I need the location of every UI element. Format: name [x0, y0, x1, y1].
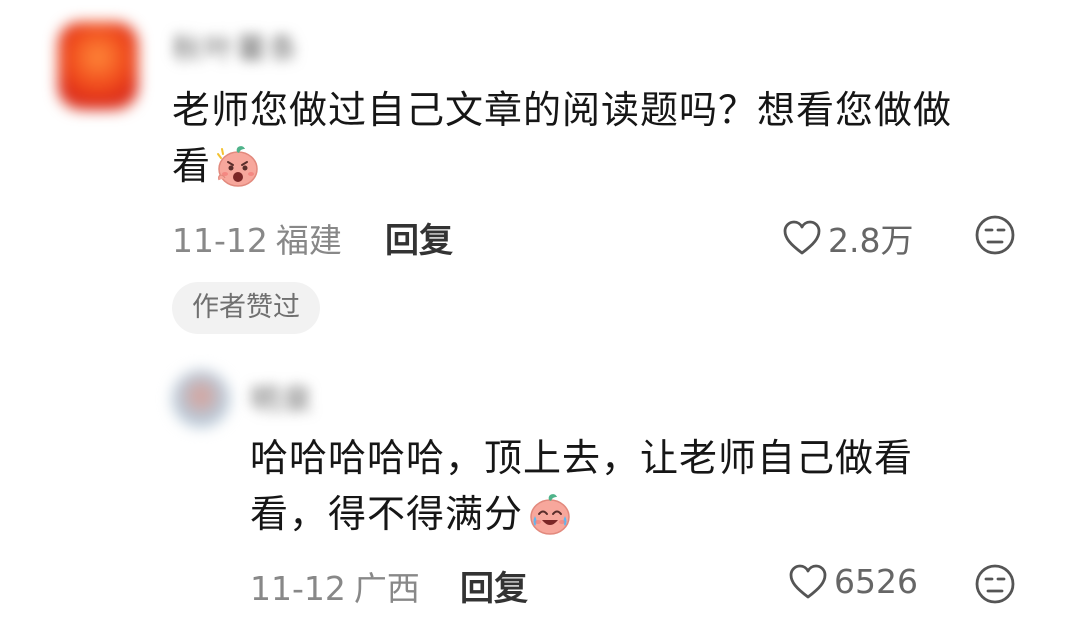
comment-line-last: 看 [172, 138, 1032, 194]
reply-text: 哈哈哈哈哈，顶上去，让老师自己做看 看，得不得满分 [250, 430, 1010, 542]
reply-like-button[interactable]: 6526 [788, 562, 918, 601]
comment-date: 11-12 [172, 221, 268, 260]
heart-icon [789, 564, 827, 598]
avatar[interactable] [58, 22, 138, 110]
reply-like-count: 6526 [834, 562, 918, 601]
shocked-face-emoji-icon [217, 145, 258, 187]
username[interactable]: 秋叶薯条 [172, 24, 300, 68]
like-button[interactable]: 2.8万 [782, 214, 913, 262]
reply-line: 哈哈哈哈哈，顶上去，让老师自己做看 [250, 436, 914, 480]
comment-meta: 11-12 福建 [172, 214, 342, 262]
author-liked-badge: 作者赞过 [172, 282, 320, 334]
comment-line-text: 看 [172, 144, 212, 188]
comment-line: 老师您做过自己文章的阅读题吗？想看您做做 [172, 88, 953, 132]
dislike-face-icon[interactable] [974, 214, 1016, 256]
laugh-cry-emoji-icon [530, 493, 570, 535]
reply-meta: 11-12 广西 [250, 562, 420, 610]
heart-icon [783, 220, 821, 255]
reply-reply-button[interactable]: 回复 [460, 561, 528, 610]
comment-region: 福建 [275, 221, 342, 260]
like-count: 2.8万 [828, 221, 914, 260]
reply-line-last: 看，得不得满分 [250, 486, 1010, 542]
comment-text: 老师您做过自己文章的阅读题吗？想看您做做 看 [172, 82, 1032, 194]
comment-thread: 秋叶薯条 老师您做过自己文章的阅读题吗？想看您做做 看 11-12福建 回复 [0, 0, 1080, 624]
reply-username[interactable]: 明泉 [250, 375, 314, 419]
reply-line-text: 看，得不得满分 [250, 492, 524, 536]
reply-button[interactable]: 回复 [385, 213, 453, 262]
reply-region: 广西 [353, 569, 420, 608]
reply-date: 11-12 [250, 569, 346, 608]
reply-avatar[interactable] [172, 370, 230, 428]
dislike-face-icon[interactable] [974, 563, 1016, 605]
